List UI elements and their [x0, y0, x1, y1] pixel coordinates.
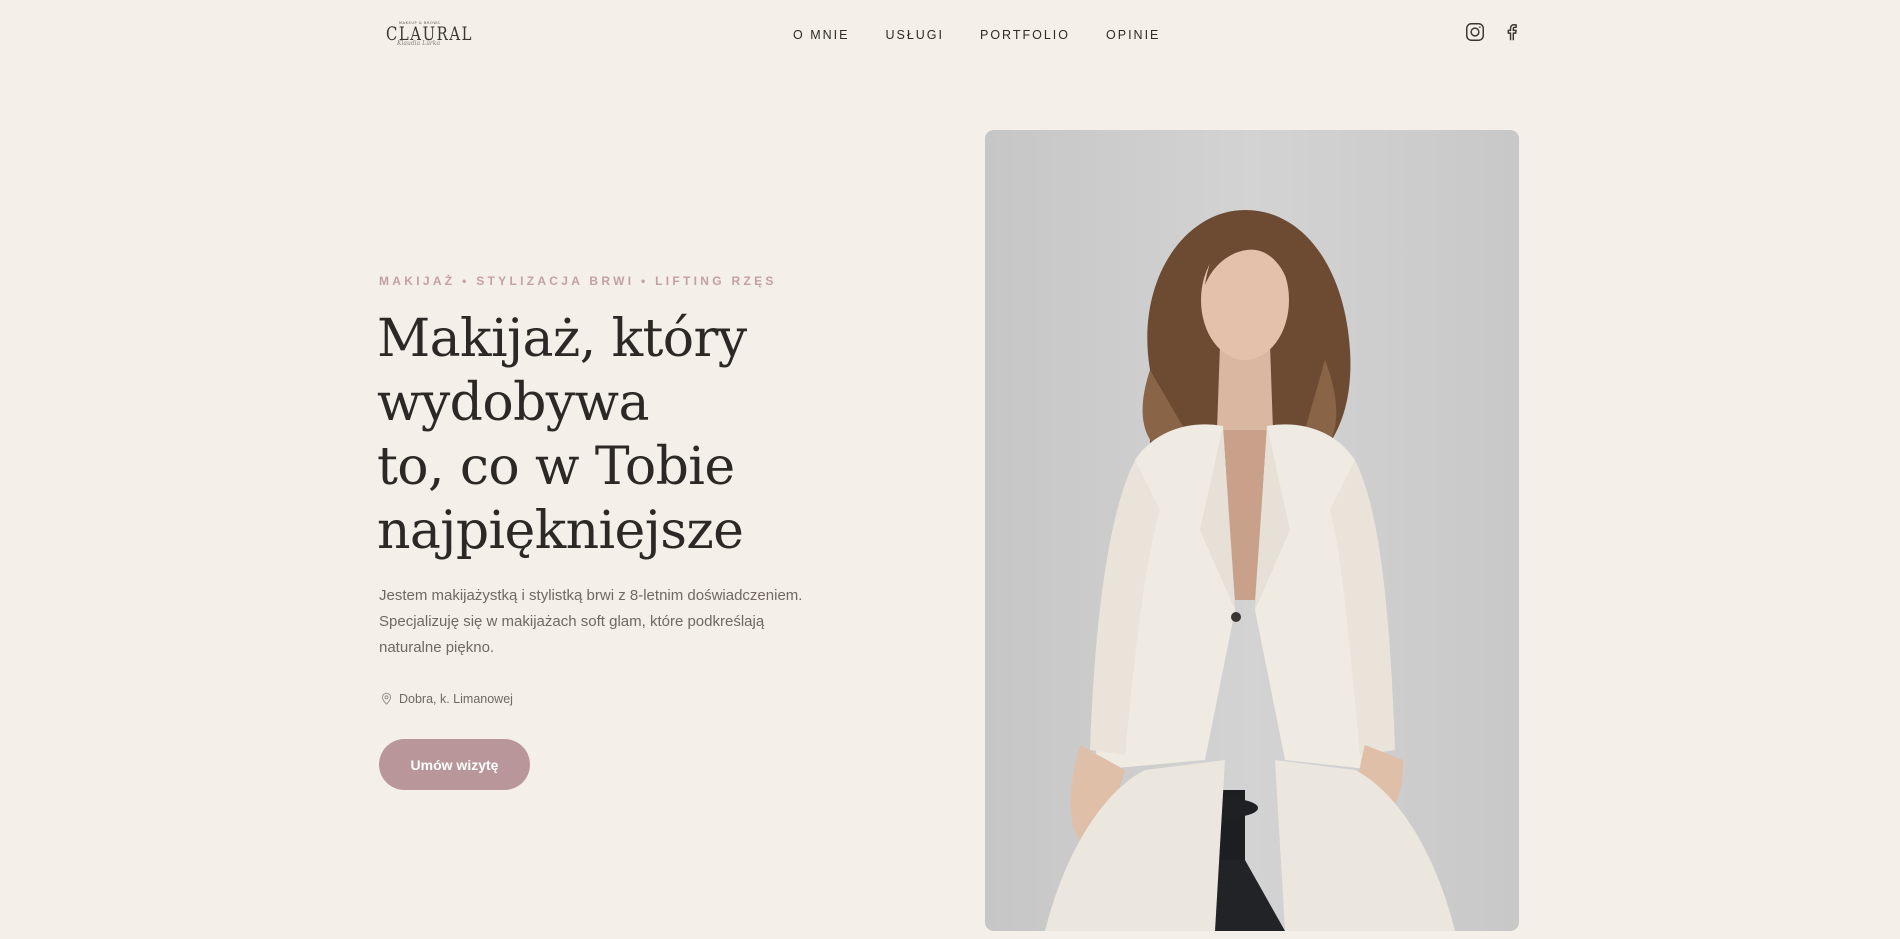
map-pin-icon: [381, 692, 392, 705]
hero-eyebrow: MAKIJAŻ • STYLIZACJA BRWI • LIFTING RZĘS: [379, 274, 777, 288]
instagram-link[interactable]: [1464, 21, 1486, 43]
headline-line: to, co w Tobie: [377, 437, 735, 497]
nav-link-portfolio[interactable]: PORTFOLIO: [980, 27, 1070, 43]
facebook-icon: [1507, 24, 1517, 41]
main-nav: O MNIE USŁUGI PORTFOLIO OPINIE: [793, 27, 1196, 43]
location: Dobra, k. Limanowej: [379, 690, 513, 707]
facebook-link[interactable]: [1500, 21, 1522, 43]
logo[interactable]: MAKEUP & BROWS CLAURAL Klaudia Lurka: [385, 18, 471, 48]
headline-line: najpiękniejsze: [377, 501, 744, 561]
hero-description: Jestem makijażystką i stylistką brwi z 8…: [379, 587, 803, 656]
nav-link-opinie[interactable]: OPINIE: [1106, 27, 1160, 43]
headline-line: wydobywa: [377, 373, 649, 433]
instagram-icon: [1466, 23, 1484, 41]
logo-signature: Klaudia Lurka: [397, 40, 441, 47]
book-appointment-button[interactable]: Umów wizytę: [379, 739, 530, 790]
location-text: Dobra, k. Limanowej: [399, 691, 513, 706]
nav-link-o-mnie[interactable]: O MNIE: [793, 27, 849, 43]
nav-link-uslugi[interactable]: USŁUGI: [885, 27, 944, 43]
social-links: [1464, 21, 1522, 43]
hero-headline: Makijaż, który wydobywa to, co w Tobie n…: [377, 307, 897, 563]
hero-portrait-image: [985, 130, 1519, 931]
headline-line: Makijaż, który: [377, 309, 747, 369]
